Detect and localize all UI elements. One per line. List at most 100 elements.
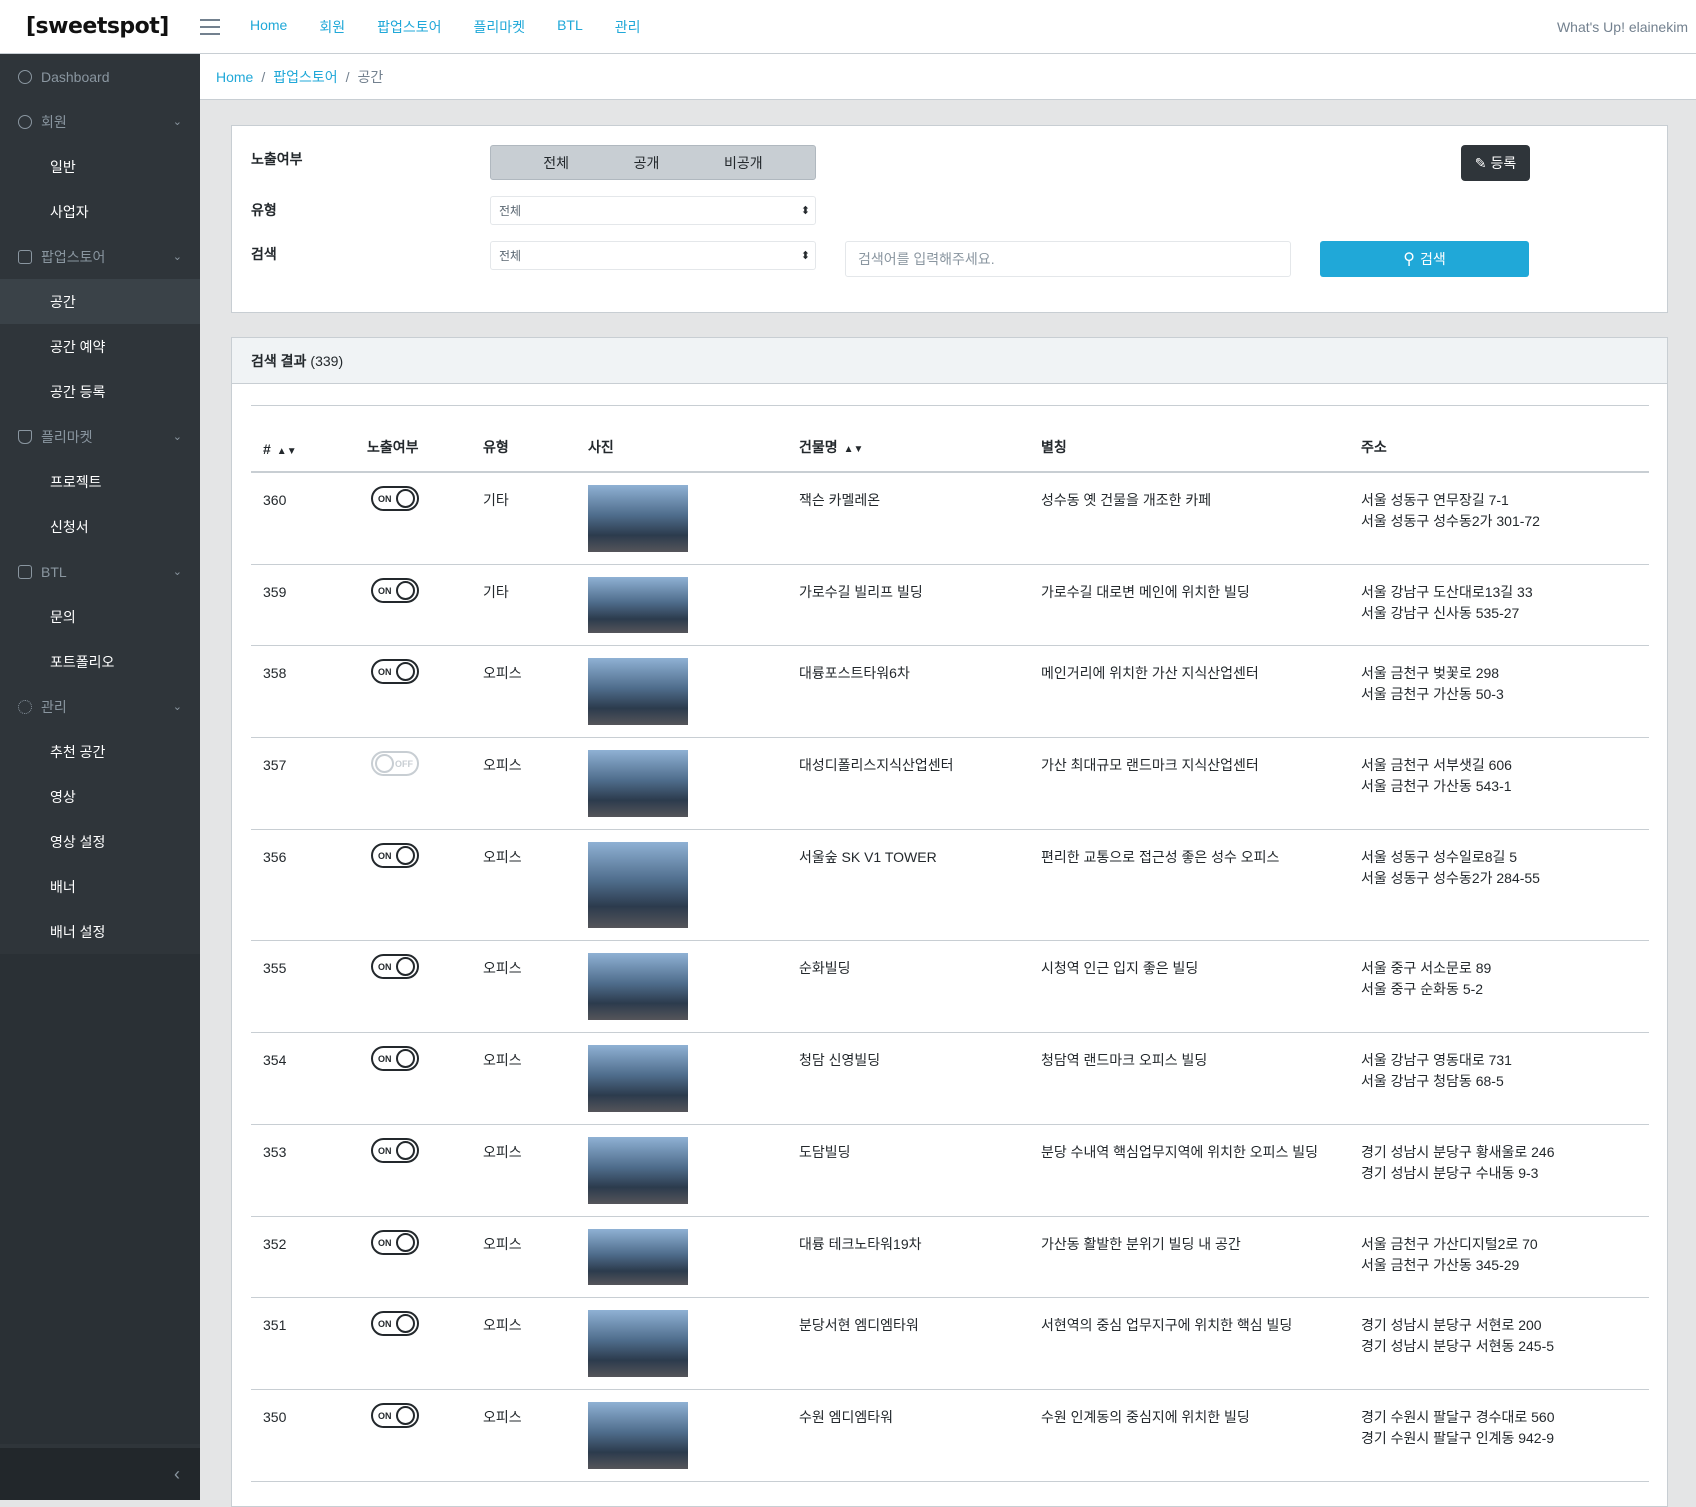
table-row[interactable]: 355 ON 오피스 순화빌딩 시청역 인근 입지 좋은 빌딩 서울 중구 서소문로 89… <box>251 941 1649 1033</box>
building-photo[interactable] <box>588 953 688 1020</box>
sidebar-group-member[interactable]: 회원 ⌄ <box>0 99 200 144</box>
register-button[interactable]: ✎ 등록 <box>1461 145 1530 181</box>
nav-admin[interactable]: 관리 <box>615 17 641 37</box>
chevron-left-icon[interactable]: ‹ <box>174 1464 180 1485</box>
table-row[interactable]: 358 ON 오피스 대륭포스트타워6차 메인거리에 위치한 가산 지식산업센터 서울 금… <box>251 646 1649 738</box>
nav-home[interactable]: Home <box>250 17 287 37</box>
toggle-knob <box>396 1141 415 1160</box>
sidebar-item-business[interactable]: 사업자 <box>0 189 200 234</box>
row-building-name[interactable]: 순화빌딩 <box>799 958 851 979</box>
row-building-name[interactable]: 대륭 테크노타워19차 <box>799 1234 922 1255</box>
sidebar-item-video-settings[interactable]: 영상 설정 <box>0 819 200 864</box>
search-button[interactable]: ⚲ 검색 <box>1320 241 1529 277</box>
breadcrumb-popupstore[interactable]: 팝업스토어 <box>273 67 337 87</box>
table-row[interactable]: 359 ON 기타 가로수길 빌리프 빌딩 가로수길 대로변 메인에 위치한 빌딩 서울 … <box>251 565 1649 646</box>
sidebar-group-btl[interactable]: BTL ⌄ <box>0 549 200 594</box>
row-address: 서울 금천구 벚꽃로 298 서울 금천구 가산동 50-3 <box>1361 665 1504 702</box>
row-building-name[interactable]: 수원 엠디엠타워 <box>799 1407 893 1428</box>
exposure-toggle[interactable]: ON <box>371 1046 419 1071</box>
sidebar-item-general[interactable]: 일반 <box>0 144 200 189</box>
exposure-toggle[interactable]: ON <box>371 954 419 979</box>
table-row[interactable]: 353 ON 오피스 도담빌딩 분당 수내역 핵심업무지역에 위치한 오피스 빌딩 경기 … <box>251 1125 1649 1217</box>
nav-member[interactable]: 회원 <box>319 17 345 37</box>
sidebar-item-banner[interactable]: 배너 <box>0 864 200 909</box>
sidebar-minimizer[interactable]: ‹ <box>0 1448 200 1500</box>
type-select[interactable]: 전체 <box>490 196 816 225</box>
search-field-select[interactable]: 전체 <box>490 241 816 270</box>
exposure-toggle[interactable]: ON <box>371 659 419 684</box>
nav-btl[interactable]: BTL <box>557 17 583 37</box>
exposure-toggle[interactable]: ON <box>371 578 419 603</box>
row-building-name[interactable]: 분당서현 엠디엠타워 <box>799 1315 919 1336</box>
row-number: 351 <box>263 1317 287 1333</box>
exposure-option-private[interactable]: 비공개 <box>724 153 763 173</box>
row-nickname: 가산 최대규모 랜드마크 지식산업센터 <box>1041 757 1259 773</box>
row-building-name[interactable]: 가로수길 빌리프 빌딩 <box>799 582 923 603</box>
exposure-toggle[interactable]: ON <box>371 1311 419 1336</box>
building-photo[interactable] <box>588 1045 688 1112</box>
sidebar-item-project[interactable]: 프로젝트 <box>0 459 200 504</box>
nav-fleamarket[interactable]: 플리마켓 <box>474 17 526 37</box>
row-nickname: 메인거리에 위치한 가산 지식산업센터 <box>1041 665 1259 681</box>
sidebar-item-application[interactable]: 신청서 <box>0 504 200 549</box>
col-header-building[interactable]: 건물명 ▲▼ <box>799 437 863 457</box>
hamburger-menu-icon[interactable] <box>200 18 220 35</box>
sidebar-item-inquiry[interactable]: 문의 <box>0 594 200 639</box>
logo[interactable]: [sweetspot] <box>0 14 200 39</box>
exposure-option-public[interactable]: 공개 <box>634 153 660 173</box>
breadcrumb-home[interactable]: Home <box>216 69 253 85</box>
row-type: 기타 <box>483 492 509 508</box>
table-row[interactable]: 352 ON 오피스 대륭 테크노타워19차 가산동 활발한 분위기 빌딩 내 공간 서울… <box>251 1217 1649 1298</box>
sidebar-group-popupstore[interactable]: 팝업스토어 ⌄ <box>0 234 200 279</box>
row-building-name[interactable]: 대륭포스트타워6차 <box>799 663 910 684</box>
sidebar-item-dashboard[interactable]: Dashboard <box>0 54 200 99</box>
sidebar-item-space[interactable]: 공간 <box>0 279 200 324</box>
table-row[interactable]: 350 ON 오피스 수원 엠디엠타워 수원 인계동의 중심지에 위치한 빌딩 경기 수원… <box>251 1390 1649 1482</box>
building-photo[interactable] <box>588 485 688 552</box>
exposure-toggle[interactable]: OFF <box>371 751 419 776</box>
exposure-toggle[interactable]: ON <box>371 1403 419 1428</box>
row-building-name[interactable]: 대성디폴리스지식산업센터 <box>799 755 954 776</box>
building-photo[interactable] <box>588 1229 688 1285</box>
sort-icon[interactable]: ▲▼ <box>277 446 297 457</box>
building-photo[interactable] <box>588 1137 688 1204</box>
building-photo[interactable] <box>588 658 688 725</box>
nav-popupstore[interactable]: 팝업스토어 <box>377 17 441 37</box>
sidebar-item-video[interactable]: 영상 <box>0 774 200 819</box>
building-photo[interactable] <box>588 577 688 633</box>
sidebar-group-fleamarket[interactable]: 플리마켓 ⌄ <box>0 414 200 459</box>
exposure-toggle[interactable]: ON <box>371 1138 419 1163</box>
exposure-toggle[interactable]: ON <box>371 843 419 868</box>
row-building-name[interactable]: 잭슨 카멜레온 <box>799 490 880 511</box>
table-row[interactable]: 354 ON 오피스 청담 신영빌딩 청담역 랜드마크 오피스 빌딩 서울 강남구 영동대… <box>251 1033 1649 1125</box>
sidebar-item-space-reservation[interactable]: 공간 예약 <box>0 324 200 369</box>
sidebar-item-banner-settings[interactable]: 배너 설정 <box>0 909 200 954</box>
chevron-down-icon: ⌄ <box>172 431 182 443</box>
building-photo[interactable] <box>588 1310 688 1377</box>
sidebar-item-portfolio[interactable]: 포트폴리오 <box>0 639 200 684</box>
row-nickname: 가산동 활발한 분위기 빌딩 내 공간 <box>1041 1236 1241 1252</box>
table-row[interactable]: 356 ON 오피스 서울숲 SK V1 TOWER 편리한 교통으로 접근성 좋은 성… <box>251 830 1649 941</box>
user-greeting[interactable]: What's Up! elainekim <box>1557 19 1688 35</box>
sort-icon[interactable]: ▲▼ <box>844 444 864 455</box>
exposure-option-all[interactable]: 전체 <box>543 153 569 173</box>
building-photo[interactable] <box>588 842 688 928</box>
row-building-name[interactable]: 서울숲 SK V1 TOWER <box>799 847 937 868</box>
sidebar-item-recommended-space[interactable]: 추천 공간 <box>0 729 200 774</box>
sidebar-group-admin[interactable]: 관리 ⌄ <box>0 684 200 729</box>
row-building-name[interactable]: 청담 신영빌딩 <box>799 1050 880 1071</box>
row-building-name[interactable]: 도담빌딩 <box>799 1142 851 1163</box>
table-row[interactable]: 351 ON 오피스 분당서현 엠디엠타워 서현역의 중심 업무지구에 위치한 핵심 빌… <box>251 1298 1649 1390</box>
user-icon <box>18 114 32 129</box>
exposure-toggle[interactable]: ON <box>371 486 419 511</box>
building-photo[interactable] <box>588 1402 688 1469</box>
exposure-toggle[interactable]: ON <box>371 1230 419 1255</box>
search-input[interactable]: 검색어를 입력해주세요. <box>845 241 1291 277</box>
table-row[interactable]: 360 ON 기타 잭슨 카멜레온 성수동 옛 건물을 개조한 카페 서울 성동구 연무장… <box>251 473 1649 565</box>
col-header-number[interactable]: # ▲▼ <box>263 441 297 457</box>
row-number: 354 <box>263 1052 287 1068</box>
building-photo[interactable] <box>588 750 688 817</box>
results-title: 검색 결과 <box>251 352 307 369</box>
table-row[interactable]: 357 OFF 오피스 대성디폴리스지식산업센터 가산 최대규모 랜드마크 지식산업센터… <box>251 738 1649 830</box>
sidebar-item-space-register[interactable]: 공간 등록 <box>0 369 200 414</box>
